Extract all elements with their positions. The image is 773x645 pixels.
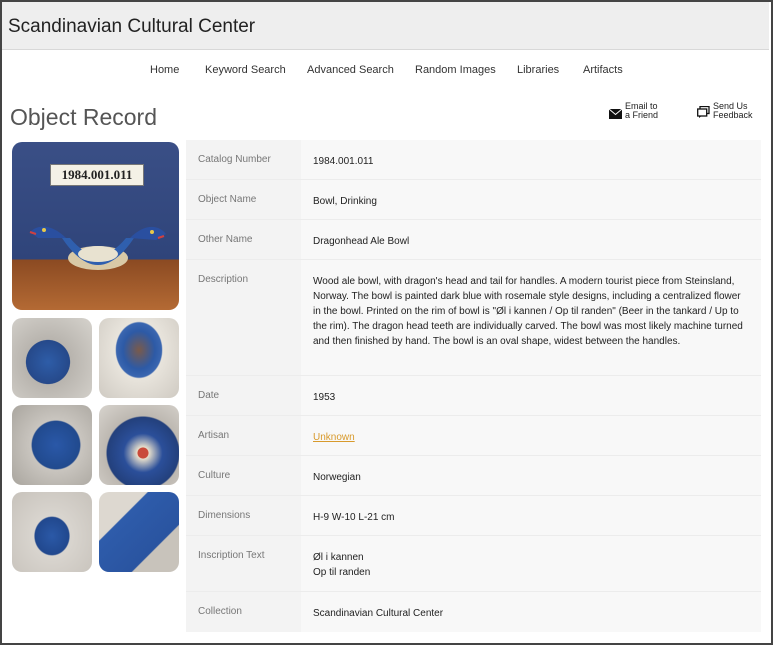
field-label: Dimensions <box>186 496 301 535</box>
record-row: Culture Norwegian <box>186 456 761 496</box>
field-label: Catalog Number <box>186 140 301 179</box>
field-value: Bowl, Drinking <box>301 180 761 219</box>
record-row: Date 1953 <box>186 376 761 416</box>
inscription-line-1: Øl i kannen <box>313 552 364 563</box>
artisan-link[interactable]: Unknown <box>313 432 355 443</box>
field-value: Wood ale bowl, with dragon's head and ta… <box>301 260 761 375</box>
field-value: Dragonhead Ale Bowl <box>301 220 761 259</box>
thumbnail-2[interactable] <box>99 318 179 398</box>
record-row: Description Wood ale bowl, with dragon's… <box>186 260 761 376</box>
record-row: Catalog Number 1984.001.011 <box>186 140 761 180</box>
speech-bubble-icon <box>697 106 710 118</box>
field-value: H-9 W-10 L-21 cm <box>301 496 761 535</box>
inscription-line-2: Op til randen <box>313 567 371 578</box>
send-feedback-link[interactable]: Send Us Feedback <box>697 102 753 120</box>
record-row: Collection Scandinavian Cultural Center <box>186 592 761 632</box>
email-label-line2: a Friend <box>625 110 659 120</box>
site-title[interactable]: Scandinavian Cultural Center <box>8 16 255 38</box>
main-nav: Home Keyword Search Advanced Search Rand… <box>0 64 773 78</box>
thumbnail-4[interactable] <box>99 405 179 485</box>
field-label: Culture <box>186 456 301 495</box>
field-label: Object Name <box>186 180 301 219</box>
field-label: Other Name <box>186 220 301 259</box>
thumbnail-3[interactable] <box>12 405 92 485</box>
field-label: Inscription Text <box>186 536 301 591</box>
nav-artifacts[interactable]: Artifacts <box>583 64 623 76</box>
field-label: Description <box>186 260 301 375</box>
nav-libraries[interactable]: Libraries <box>517 64 559 76</box>
nav-home[interactable]: Home <box>150 64 179 76</box>
record-row: Inscription Text Øl i kannen Op til rand… <box>186 536 761 592</box>
thumbnail-1[interactable] <box>12 318 92 398</box>
site-header: Scandinavian Cultural Center <box>2 2 769 50</box>
field-label: Artisan <box>186 416 301 455</box>
field-value: Norwegian <box>301 456 761 495</box>
record-row: Dimensions H-9 W-10 L-21 cm <box>186 496 761 536</box>
record-row: Object Name Bowl, Drinking <box>186 180 761 220</box>
email-to-friend-link[interactable]: Email to a Friend <box>609 102 658 120</box>
thumbnail-5[interactable] <box>12 492 92 572</box>
nav-advanced-search[interactable]: Advanced Search <box>307 64 394 76</box>
main-object-image[interactable]: 1984.001.011 <box>12 142 179 310</box>
nav-keyword-search[interactable]: Keyword Search <box>205 64 286 76</box>
page-title: Object Record <box>10 104 158 130</box>
envelope-icon <box>609 109 622 119</box>
nav-random-images[interactable]: Random Images <box>415 64 496 76</box>
field-value: 1984.001.011 <box>301 140 761 179</box>
feedback-label-line2: Feedback <box>713 110 753 120</box>
field-label: Collection <box>186 592 301 632</box>
field-label: Date <box>186 376 301 415</box>
record-row: Other Name Dragonhead Ale Bowl <box>186 220 761 260</box>
field-value: 1953 <box>301 376 761 415</box>
thumbnail-6[interactable] <box>99 492 179 572</box>
field-value: Scandinavian Cultural Center <box>301 592 761 632</box>
bowl-illustration <box>29 226 166 270</box>
record-row: Artisan Unknown <box>186 416 761 456</box>
object-record-table: Catalog Number 1984.001.011 Object Name … <box>186 140 761 632</box>
